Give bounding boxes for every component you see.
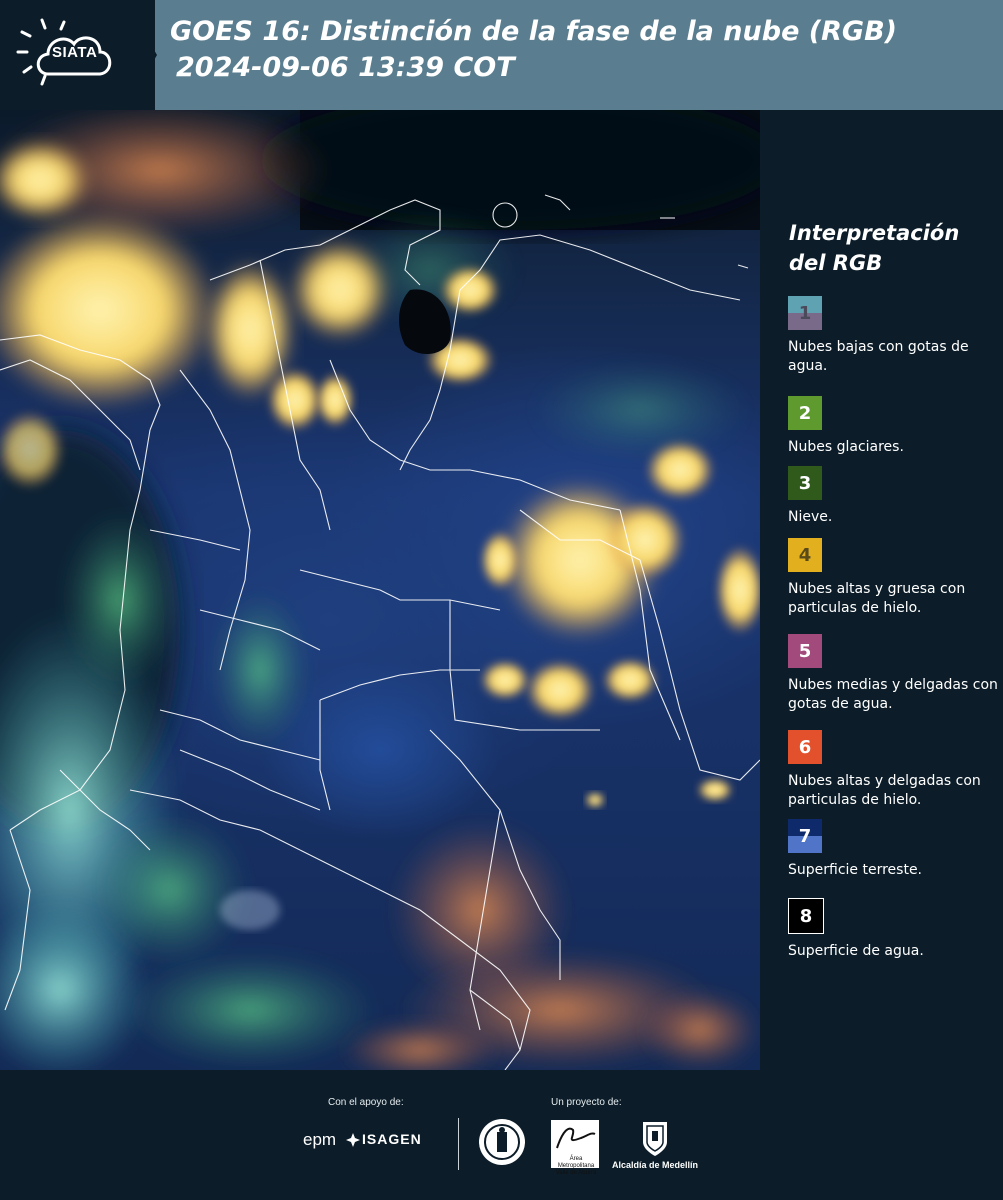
footer-divider — [458, 1118, 459, 1170]
area-metropolitana-text: Área Metropolitana Valle de Aburrá — [555, 1156, 597, 1176]
legend-label: Nubes bajas con gotas de agua. — [788, 339, 969, 374]
legend-label: Nubes altas y gruesa con particulas de h… — [788, 581, 966, 616]
siata-seal-icon — [479, 1119, 525, 1165]
legend-swatch-1: 1 — [788, 296, 822, 330]
satellite-rgb-map — [0, 110, 760, 1070]
medellin-coat-of-arms-icon — [643, 1122, 667, 1156]
legend-number: 5 — [798, 640, 812, 662]
legend-title: Interpretación del RGB — [789, 218, 989, 278]
title-line-1: GOES 16: Distinción de la fase de la nub… — [170, 16, 897, 47]
siata-logo-text: SIATA — [52, 44, 98, 61]
area-metro-signature-icon — [556, 1127, 596, 1149]
legend-label: Superficie de agua. — [788, 943, 924, 959]
legend-item-8: 8 Superficie de agua. — [788, 898, 998, 961]
legend-number: 7 — [798, 825, 812, 847]
header: SIATA GOES 16: Distinción de la fase de … — [0, 0, 1003, 110]
legend-swatch-5: 5 — [788, 634, 822, 668]
legend-swatch-4: 4 — [788, 538, 822, 572]
project-label: Un proyecto de: — [551, 1097, 622, 1108]
epm-logo: epm — [303, 1130, 337, 1149]
legend-swatch-6: 6 — [788, 730, 822, 764]
alcaldia-medellin-text: Alcaldía de Medellín — [612, 1160, 699, 1170]
legend-swatch-2: 2 — [788, 396, 822, 430]
legend-item-3: 3 Nieve. — [788, 466, 998, 527]
legend-swatch-8: 8 — [788, 898, 824, 934]
legend-item-4: 4 Nubes altas y gruesa con particulas de … — [788, 538, 998, 618]
legend-item-6: 6 Nubes altas y delgadas con particulas d… — [788, 730, 998, 810]
legend-item-1: 1 Nubes bajas con gotas de agua. — [788, 296, 998, 376]
legend-swatch-7: 7 — [788, 819, 822, 853]
page-title: GOES 16: Distinción de la fase de la nub… — [170, 14, 990, 86]
legend-swatch-3: 3 — [788, 466, 822, 500]
legend-label: Nubes glaciares. — [788, 439, 904, 455]
legend-item-2: 2 Nubes glaciares. — [788, 396, 998, 457]
map-overlay — [0, 110, 760, 1070]
isagen-logo: ISAGEN — [362, 1131, 422, 1147]
support-label: Con el apoyo de: — [328, 1097, 404, 1108]
legend-label: Superficie terreste. — [788, 862, 923, 878]
logo-arrow — [125, 0, 157, 110]
legend-number: 6 — [798, 736, 812, 758]
legend-title-line-1: Interpretación — [789, 221, 960, 245]
isagen-star-icon — [346, 1133, 360, 1147]
legend-label: Nieve. — [788, 509, 833, 525]
legend-number: 8 — [799, 905, 813, 927]
title-line-2: 2024-09-06 13:39 COT — [176, 52, 515, 83]
footer: Con el apoyo de: Un proyecto de: epm ISA… — [0, 1070, 1003, 1200]
legend-title-line-2: del RGB — [789, 251, 883, 275]
legend-label: Nubes medias y delgadas con gotas de agu… — [788, 677, 998, 712]
legend-number: 1 — [798, 302, 812, 324]
legend-number: 3 — [798, 472, 812, 494]
legend-item-7: 7 Superficie terreste. — [788, 819, 998, 880]
legend-number: 4 — [798, 544, 812, 566]
legend-number: 2 — [798, 402, 812, 424]
legend-item-5: 5 Nubes medias y delgadas con gotas de ag… — [788, 634, 998, 714]
legend-label: Nubes altas y delgadas con particulas de… — [788, 773, 981, 808]
